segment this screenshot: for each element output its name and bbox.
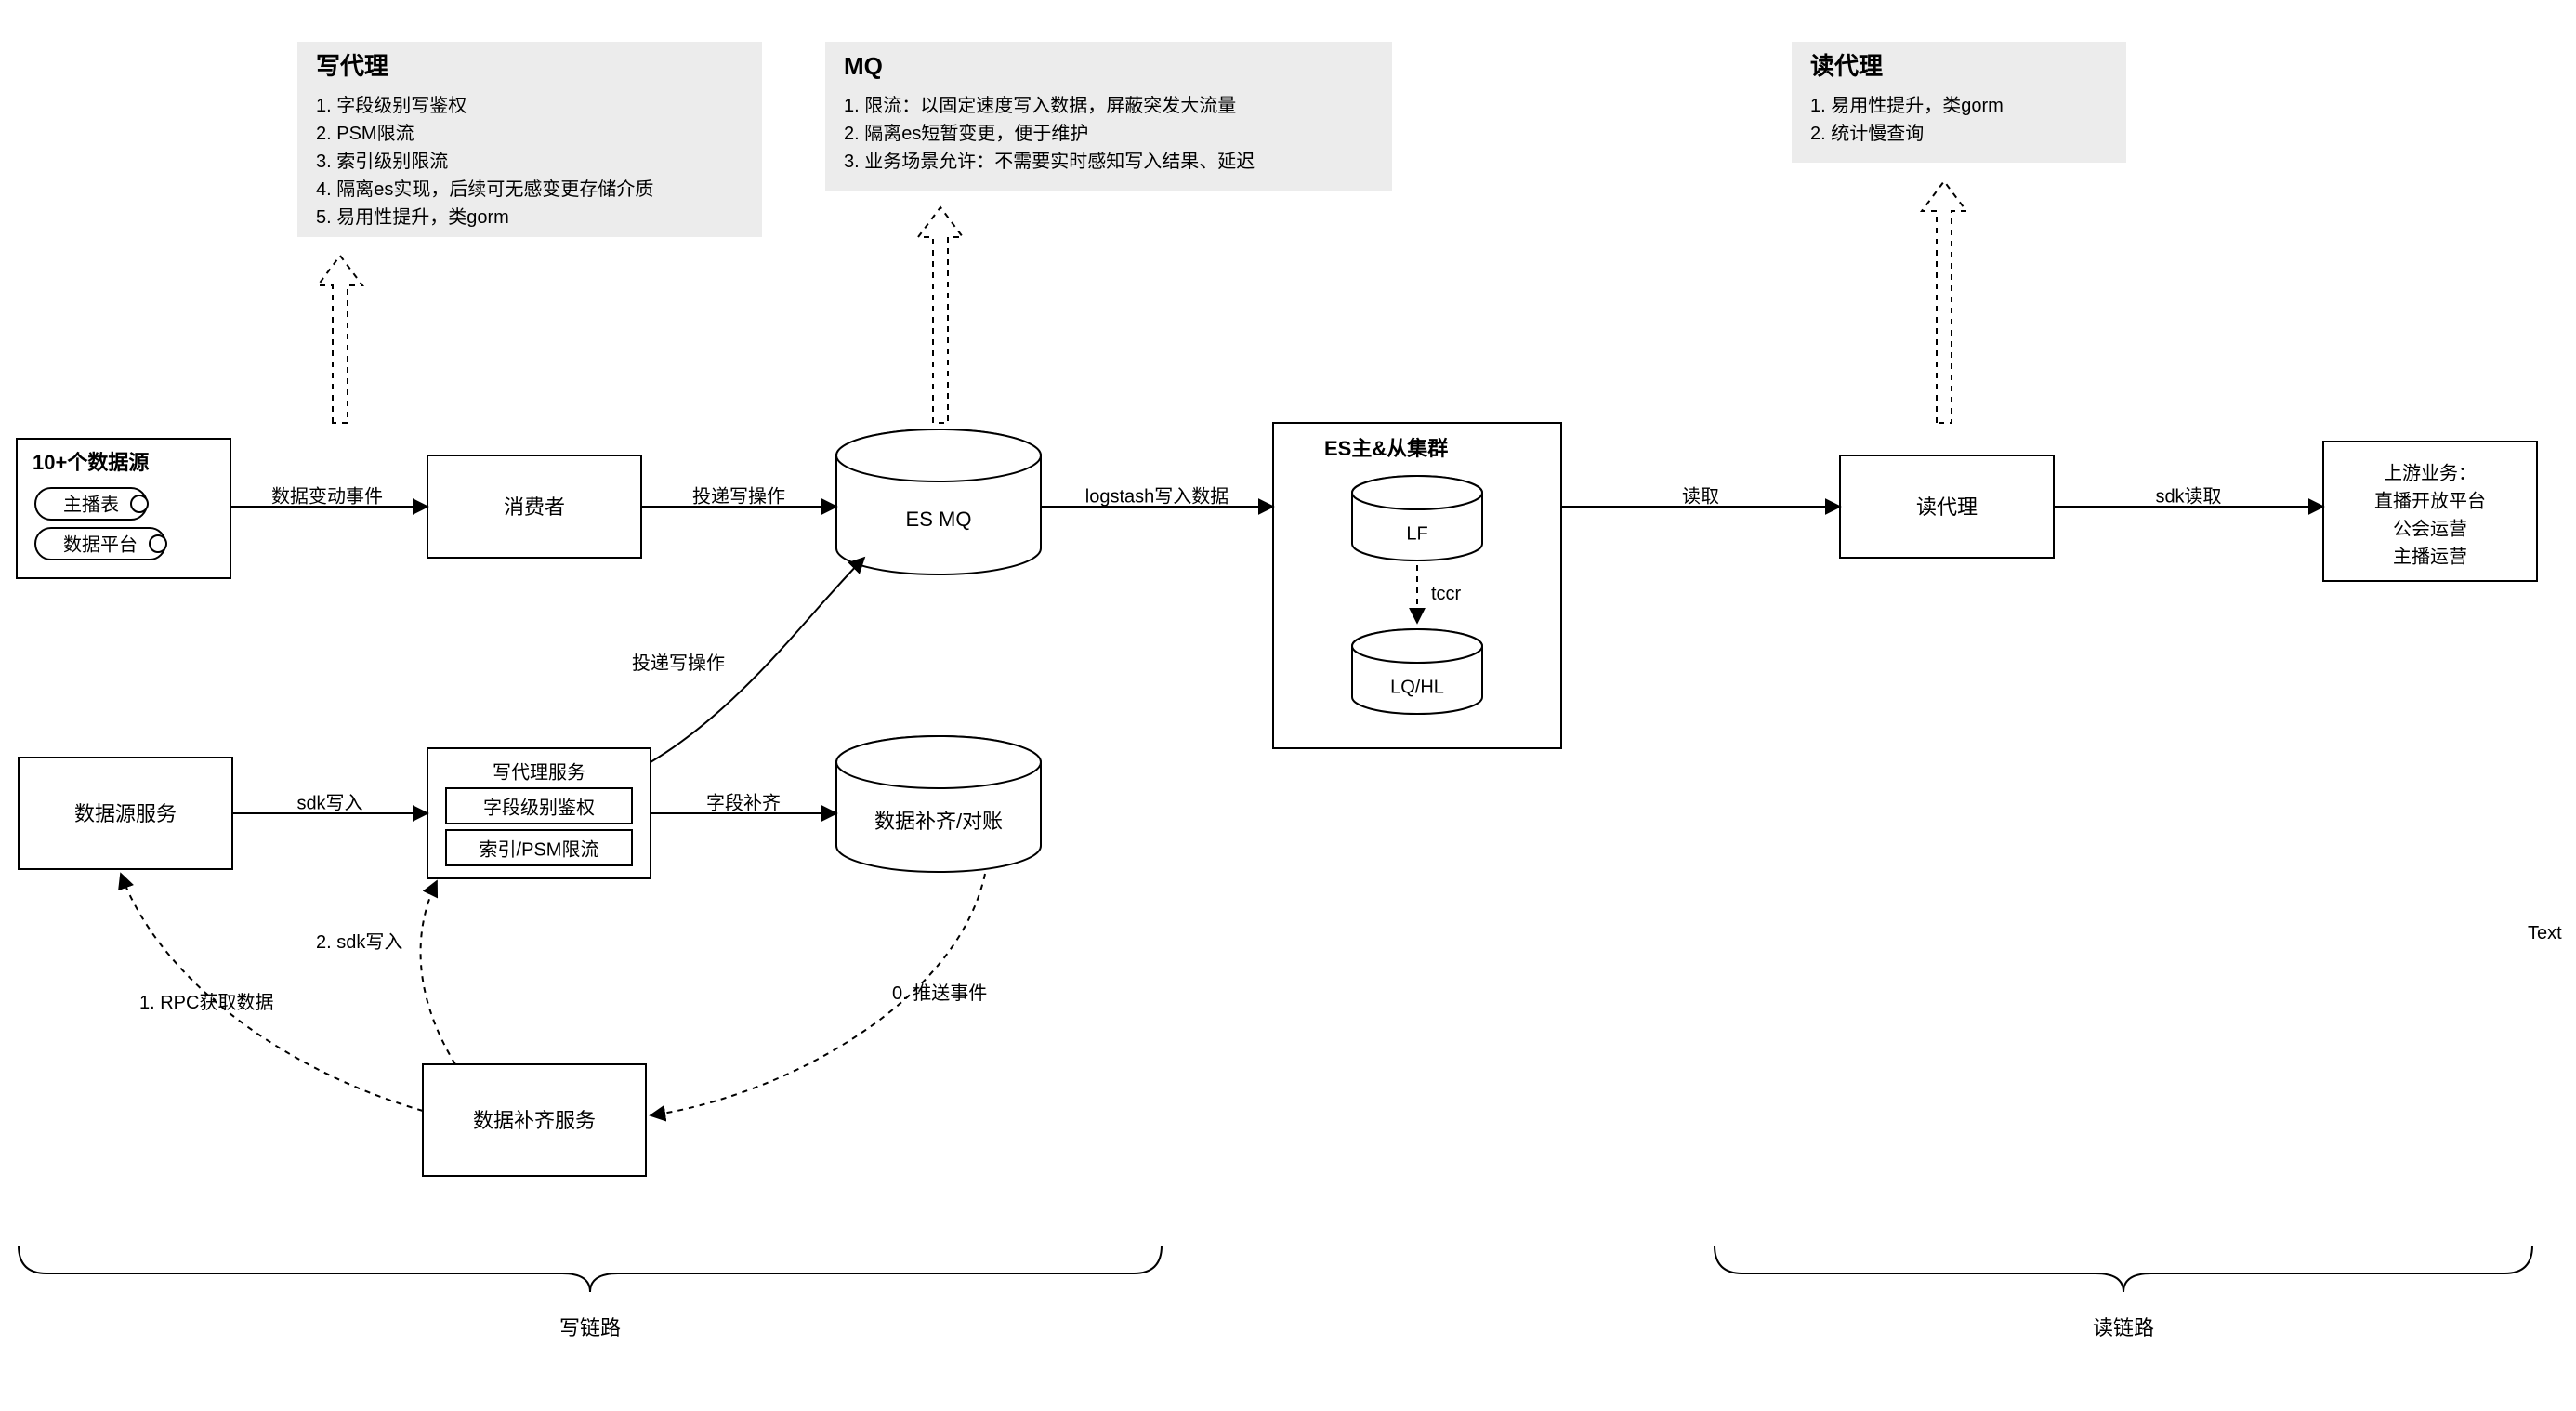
box-esmq: ES MQ <box>836 429 1041 574</box>
edge-logstash: logstash写入数据 <box>1085 485 1229 507</box>
svg-text:3. 索引级别限流: 3. 索引级别限流 <box>316 151 448 172</box>
edge-sdk-write: sdk写入 <box>296 793 362 813</box>
edge-field-fill: 字段补齐 <box>706 792 781 813</box>
svg-text:3. 业务场景允许：不需要实时感知写入结果、延迟: 3. 业务场景允许：不需要实时感知写入结果、延迟 <box>844 151 1255 172</box>
section-read: 读链路 <box>2093 1316 2154 1339</box>
box-align-service: 数据补齐服务 <box>423 1064 646 1176</box>
svg-text:10+个数据源: 10+个数据源 <box>33 451 149 474</box>
svg-text:1. 限流：以固定速度写入数据，屏蔽突发大流量: 1. 限流：以固定速度写入数据，屏蔽突发大流量 <box>844 95 1236 116</box>
svg-text:1. 字段级别写鉴权: 1. 字段级别写鉴权 <box>316 95 467 116</box>
svg-text:读代理: 读代理 <box>1916 495 1978 519</box>
edge-read: 读取 <box>1682 485 1719 507</box>
box-read-proxy: 读代理 <box>1840 455 2054 558</box>
box-align: 数据补齐/对账 <box>836 736 1041 872</box>
edge-deliver-1: 投递写操作 <box>692 485 785 507</box>
svg-text:2. 隔离es短暂变更，便于维护: 2. 隔离es短暂变更，便于维护 <box>844 123 1088 144</box>
svg-text:tccr: tccr <box>1431 584 1462 604</box>
note-read-proxy: 读代理 1. 易用性提升，类gorm 2. 统计慢查询 <box>1792 42 2126 163</box>
stray-text: Text <box>2528 923 2562 943</box>
edge-sdk-write-2: 2. sdk写入 <box>316 932 402 953</box>
svg-text:直播开放平台: 直播开放平台 <box>2374 490 2486 511</box>
svg-text:数据平台: 数据平台 <box>63 534 138 555</box>
edge-rpc: 1. RPC获取数据 <box>139 992 273 1013</box>
svg-text:1. 易用性提升，类gorm: 1. 易用性提升，类gorm <box>1810 95 2004 116</box>
svg-text:写代理服务: 写代理服务 <box>493 761 585 783</box>
svg-text:ES主&从集群: ES主&从集群 <box>1324 437 1448 460</box>
section-write: 写链路 <box>559 1316 621 1339</box>
box-write-proxy: 写代理服务 字段级别鉴权 索引/PSM限流 <box>427 748 651 878</box>
svg-text:数据源服务: 数据源服务 <box>74 802 177 825</box>
edge-sdk-read: sdk读取 <box>2155 485 2221 507</box>
svg-text:索引/PSM限流: 索引/PSM限流 <box>480 838 599 860</box>
svg-text:LF: LF <box>1406 523 1427 544</box>
svg-text:公会运营: 公会运营 <box>2393 518 2467 539</box>
svg-text:字段级别鉴权: 字段级别鉴权 <box>483 797 595 818</box>
svg-text:数据补齐服务: 数据补齐服务 <box>473 1109 596 1132</box>
box-upstream: 上游业务： 直播开放平台 公会运营 主播运营 <box>2323 442 2537 581</box>
svg-text:5. 易用性提升，类gorm: 5. 易用性提升，类gorm <box>316 206 509 228</box>
svg-text:ES MQ: ES MQ <box>906 508 972 531</box>
edge-push-event: 0. 推送事件 <box>892 982 987 1004</box>
box-consumer: 消费者 <box>427 455 641 558</box>
svg-text:主播运营: 主播运营 <box>2393 546 2467 567</box>
svg-text:4. 隔离es实现，后续可无感变更存储介质: 4. 隔离es实现，后续可无感变更存储介质 <box>316 178 653 200</box>
note-mq: MQ 1. 限流：以固定速度写入数据，屏蔽突发大流量 2. 隔离es短暂变更，便… <box>825 42 1392 191</box>
note-write-proxy: 写代理 1. 字段级别写鉴权 2. PSM限流 3. 索引级别限流 4. 隔离e… <box>297 42 762 237</box>
box-datasource-service: 数据源服务 <box>19 758 232 869</box>
edge-data-change: 数据变动事件 <box>271 485 383 507</box>
note-mq-title: MQ <box>844 52 883 80</box>
svg-text:消费者: 消费者 <box>504 495 565 519</box>
box-datasource: 10+个数据源 主播表 数据平台 <box>17 439 230 578</box>
edge-deliver-2: 投递写操作 <box>632 653 725 674</box>
box-es-cluster: ES主&从集群 LF tccr LQ/HL <box>1273 423 1561 748</box>
svg-text:数据补齐/对账: 数据补齐/对账 <box>874 810 1003 833</box>
note-read-title: 读代理 <box>1810 52 1883 80</box>
svg-text:主播表: 主播表 <box>63 494 119 515</box>
svg-text:2. PSM限流: 2. PSM限流 <box>316 123 414 144</box>
svg-text:LQ/HL: LQ/HL <box>1390 677 1444 697</box>
svg-text:上游业务：: 上游业务： <box>2384 462 2477 483</box>
note-write-title: 写代理 <box>316 52 388 80</box>
svg-text:2. 统计慢查询: 2. 统计慢查询 <box>1810 123 1924 144</box>
